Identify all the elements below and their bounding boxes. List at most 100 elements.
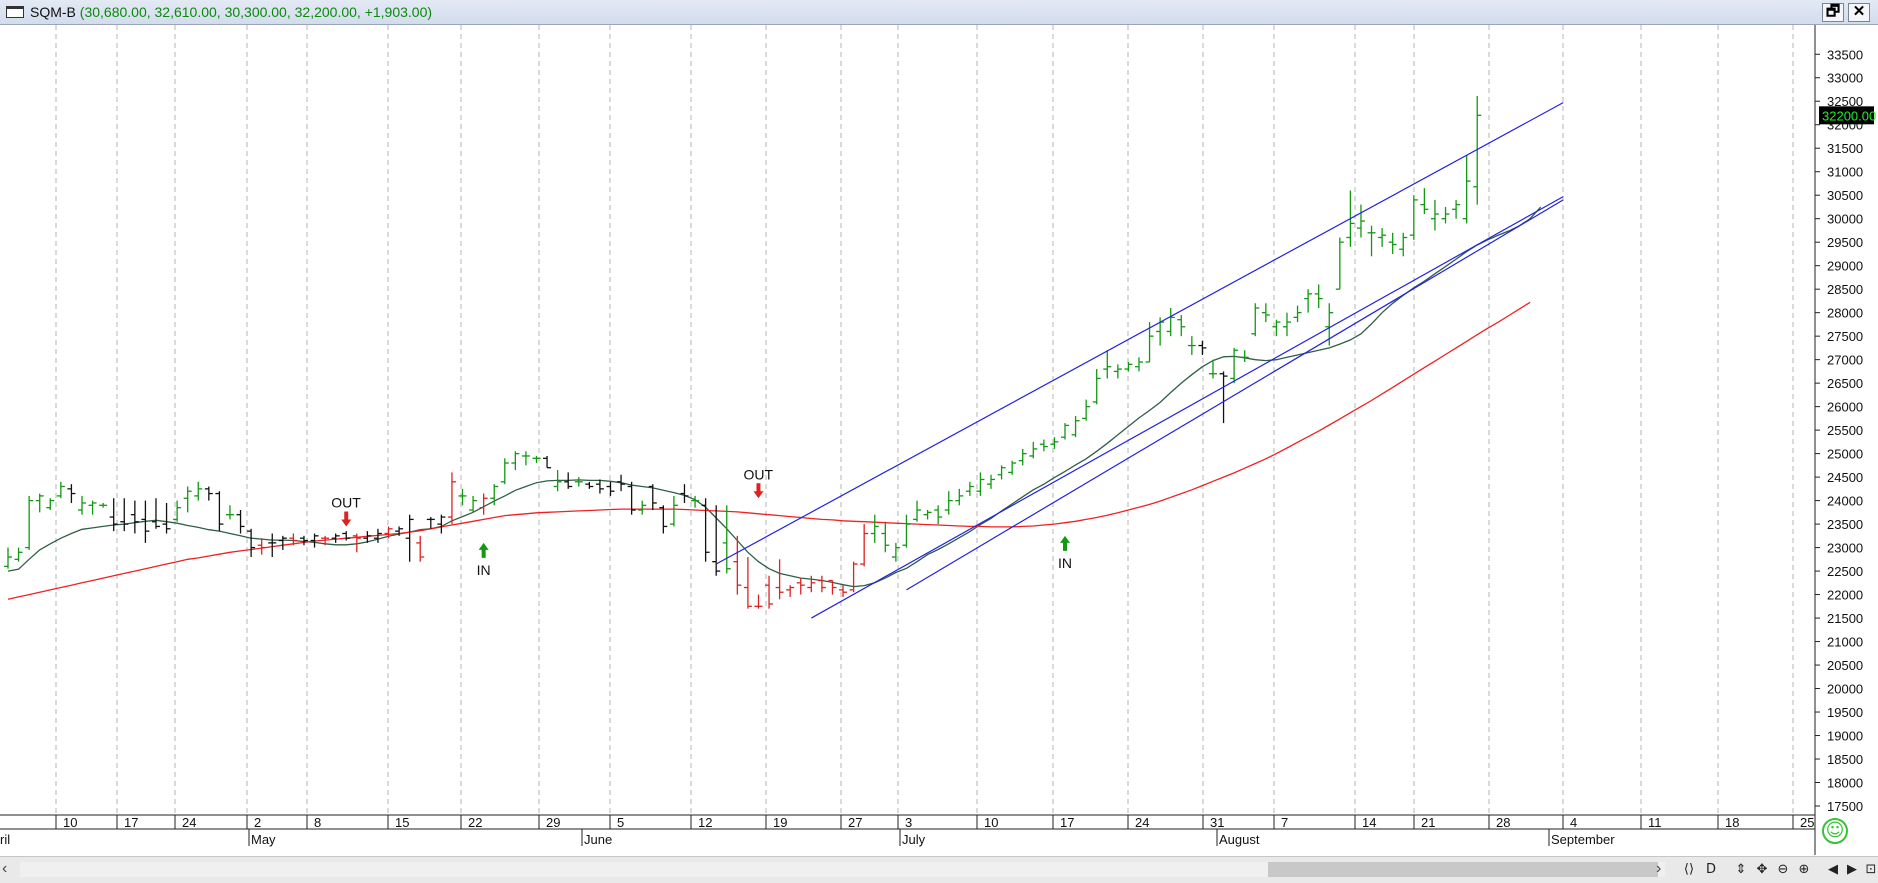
ohlc-bar — [521, 451, 530, 466]
window-title-ohlc: (30,680.00, 32,610.00, 30,300.00, 32,200… — [75, 4, 433, 20]
price-chart[interactable]: OUT IN OUT IN 17500 18000 18500 19000 19500 2000… — [0, 25, 1878, 856]
date-tick-label: 8 — [314, 815, 321, 830]
restore-window-button[interactable]: 🗗 — [1822, 3, 1844, 22]
ohlc-bar — [257, 538, 266, 555]
ohlc-bar — [236, 510, 245, 534]
ohlc-bar — [743, 556, 752, 609]
price-tick-label: 28500 — [1827, 282, 1863, 297]
price-tick-label: 25000 — [1827, 447, 1863, 462]
scroll-left-button[interactable]: ‹ — [2, 860, 7, 878]
ohlc-bar — [437, 514, 446, 534]
fit-chart-button[interactable]: ⟨⟩ — [1680, 861, 1698, 879]
ohlc-bar — [1029, 441, 1038, 459]
ohlc-bar — [35, 493, 44, 513]
trend-line-lower-2[interactable] — [906, 199, 1564, 591]
period-button[interactable]: D — [1702, 861, 1720, 879]
price-tick-label: 30000 — [1827, 212, 1863, 227]
ohlc-bar — [722, 505, 731, 574]
signal-label: IN — [1058, 555, 1072, 571]
date-axis[interactable]: 10 17 24 2 8 15 22 29 5 12 19 27 3 10 17 24 31 7 14 21 28 4 11… — [0, 814, 1815, 847]
ohlc-bar — [796, 578, 805, 595]
ohlc-bar — [965, 481, 974, 496]
price-tick-label: 28000 — [1827, 306, 1863, 321]
close-window-button[interactable]: ✕ — [1848, 3, 1870, 22]
ohlc-bar — [997, 465, 1006, 480]
ohlc-bar — [1367, 225, 1376, 257]
zoom-out-button[interactable]: ⊖ — [1774, 861, 1792, 879]
trend-line-upper[interactable] — [715, 102, 1564, 565]
ohlc-bar — [1335, 237, 1344, 290]
ohlc-bar — [215, 491, 224, 532]
price-tick-label: 23000 — [1827, 541, 1863, 556]
ohlc-bar — [817, 575, 826, 593]
ohlc-bar — [1187, 336, 1196, 355]
zoom-in-button[interactable]: ⊕ — [1795, 861, 1813, 879]
price-tick-label: 19000 — [1827, 729, 1863, 744]
ohlc-bar — [416, 535, 425, 562]
last-price-label: 32200.00 — [1822, 108, 1876, 123]
ohlc-bar — [775, 559, 784, 600]
ohlc-bar — [1061, 423, 1069, 440]
scrollbar-thumb[interactable] — [1268, 862, 1658, 877]
price-tick-label: 33000 — [1827, 71, 1863, 86]
date-tick-label: 22 — [468, 815, 482, 830]
vertical-zoom-button[interactable]: ⇕ — [1732, 861, 1750, 879]
ohlc-bar — [151, 498, 160, 529]
ohlc-bar — [1166, 307, 1175, 337]
ohlc-bar — [1230, 347, 1239, 384]
ohlc-bar — [1039, 439, 1048, 452]
price-tick-label: 18500 — [1827, 752, 1863, 767]
next-button[interactable]: ▶ — [1843, 861, 1861, 879]
date-tick-label: 29 — [546, 815, 560, 830]
ohlc-bar — [754, 594, 763, 609]
ohlc-bar — [1008, 460, 1017, 475]
date-tick-label: 2 — [254, 815, 261, 830]
month-label: September — [1551, 832, 1615, 847]
trend-line-lower-1[interactable] — [811, 196, 1564, 619]
ohlc-bar — [1251, 303, 1260, 337]
date-tick-label: 17 — [1060, 815, 1074, 830]
ohlc-bar — [469, 495, 478, 513]
price-tick-label: 25500 — [1827, 423, 1863, 438]
price-tick-label: 21500 — [1827, 611, 1863, 626]
previous-button[interactable]: ◀ — [1824, 861, 1842, 879]
date-tick-label: 21 — [1421, 815, 1435, 830]
date-tick-label: 10 — [63, 815, 77, 830]
price-tick-label: 20500 — [1827, 658, 1863, 673]
price-tick-label: 29500 — [1827, 235, 1863, 250]
month-label: June — [584, 832, 612, 847]
ohlc-bar — [56, 481, 65, 499]
price-axis[interactable]: 17500 18000 18500 19000 19500 20000 20500 21000… — [1815, 47, 1876, 814]
moving-average-short-line — [7, 206, 1542, 588]
date-tick-label: 12 — [698, 815, 712, 830]
status-smiley-icon[interactable]: ☺ — [1822, 818, 1848, 844]
date-tick-label: 18 — [1725, 815, 1739, 830]
chart-grid — [55, 25, 1816, 855]
settings-button[interactable]: ⊡ — [1862, 861, 1878, 879]
pan-button[interactable]: ✥ — [1753, 861, 1771, 879]
price-tick-label: 24500 — [1827, 470, 1863, 485]
sell-arrow-icon — [753, 483, 764, 499]
ohlc-bar — [1050, 437, 1059, 449]
ohlc-bar — [500, 458, 509, 485]
ohlc-bar — [1399, 232, 1408, 257]
ohlc-bar — [426, 517, 435, 529]
date-tick-label: 19 — [773, 815, 787, 830]
ohlc-bar — [225, 505, 234, 520]
signal-out: OUT — [331, 494, 361, 527]
ohlc-bar — [913, 500, 922, 522]
price-tick-label: 19500 — [1827, 705, 1863, 720]
price-tick-label: 17500 — [1827, 799, 1863, 814]
price-tick-label: 26000 — [1827, 400, 1863, 415]
scroll-right-button[interactable]: › — [1656, 860, 1661, 878]
buy-arrow-icon — [1060, 535, 1070, 551]
date-tick-label: 15 — [395, 815, 409, 830]
ohlc-bar — [680, 484, 689, 503]
signal-out: OUT — [743, 466, 773, 499]
date-tick-label: 5 — [617, 815, 624, 830]
price-tick-label: 23500 — [1827, 517, 1863, 532]
month-label: ril — [0, 832, 10, 847]
ohlc-bar — [46, 498, 55, 510]
signal-label: IN — [477, 562, 491, 578]
sell-arrow-icon — [341, 511, 352, 527]
